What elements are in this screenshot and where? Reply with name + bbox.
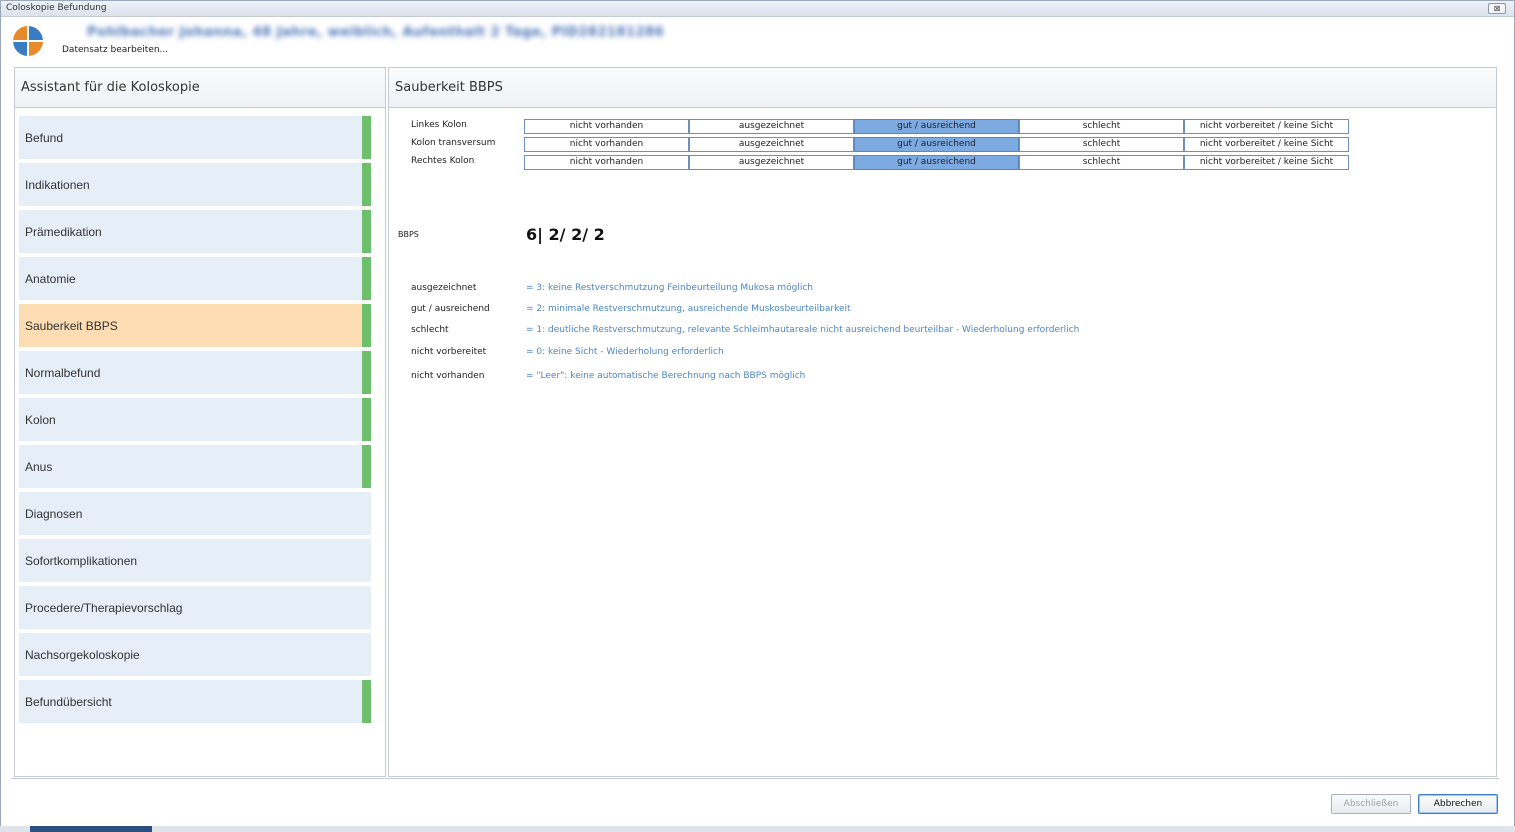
window-title: Coloskopie Befundung <box>6 3 107 13</box>
finish-button[interactable]: Abschließen <box>1331 794 1411 814</box>
wizard-step-label: Anus <box>25 460 53 474</box>
title-bar[interactable]: Coloskopie Befundung ⊠ <box>1 1 1514 17</box>
wizard-step-label: Diagnosen <box>25 507 83 521</box>
rating-option[interactable]: nicht vorhanden <box>524 155 689 170</box>
step-complete-indicator <box>362 351 371 394</box>
rating-option[interactable]: schlecht <box>1019 119 1184 134</box>
wizard-step[interactable]: Diagnosen <box>19 492 371 535</box>
legend-description: = 1: deutliche Restverschmutzung, releva… <box>526 325 1080 335</box>
wizard-step-label: Kolon <box>25 413 56 427</box>
detail-title: Sauberkeit BBPS <box>389 68 1496 108</box>
footer-divider <box>11 778 1499 779</box>
rating-option[interactable]: nicht vorhanden <box>524 119 689 134</box>
wizard-step-label: Befund <box>25 131 64 145</box>
app-window: Coloskopie Befundung ⊠ Pohlbacher Johann… <box>0 0 1515 832</box>
legend-description: = 3: keine Restverschmutzung Feinbeurtei… <box>526 283 813 293</box>
wizard-step[interactable]: Normalbefund <box>19 351 371 394</box>
wizard-step[interactable]: Befund <box>19 116 371 159</box>
bbps-score: 6| 2/ 2/ 2 <box>526 225 605 244</box>
rating-option[interactable]: gut / ausreichend <box>854 137 1019 152</box>
rating-option[interactable]: nicht vorbereitet / keine Sicht <box>1184 155 1349 170</box>
wizard-step-label: Befundübersicht <box>25 695 112 709</box>
rating-option[interactable]: gut / ausreichend <box>854 119 1019 134</box>
record-header: Pohlbacher Johanna, 48 Jahre, weiblich, … <box>1 18 1514 60</box>
step-complete-indicator <box>362 539 371 582</box>
segment-label: Kolon transversum <box>411 138 496 148</box>
wizard-step[interactable]: Prämedikation <box>19 210 371 253</box>
rating-option[interactable]: gut / ausreichend <box>854 155 1019 170</box>
rating-option[interactable]: nicht vorhanden <box>524 137 689 152</box>
legend-term: schlecht <box>411 325 449 335</box>
legend-description: = 0: keine Sicht - Wiederholung erforder… <box>526 347 724 357</box>
legend-term: nicht vorbereitet <box>411 347 487 357</box>
wizard-step[interactable]: Sauberkeit BBPS <box>19 304 371 347</box>
step-complete-indicator <box>362 633 371 676</box>
taskbar-item[interactable] <box>30 826 152 832</box>
segment-label: Linkes Kolon <box>411 120 467 130</box>
wizard-step-label: Nachsorgekoloskopie <box>25 648 140 662</box>
taskbar <box>0 826 1515 832</box>
wizard-step[interactable]: Nachsorgekoloskopie <box>19 633 371 676</box>
wizard-step[interactable]: Befundübersicht <box>19 680 371 723</box>
step-complete-indicator <box>362 680 371 723</box>
wizard-title: Assistant für die Koloskopie <box>15 68 385 108</box>
wizard-step-label: Normalbefund <box>25 366 101 380</box>
wizard-step-label: Indikationen <box>25 178 90 192</box>
wizard-step[interactable]: Sofortkomplikationen <box>19 539 371 582</box>
step-complete-indicator <box>362 445 371 488</box>
legend-term: nicht vorhanden <box>411 371 485 381</box>
step-complete-indicator <box>362 210 371 253</box>
wizard-step[interactable]: Anatomie <box>19 257 371 300</box>
legend-term: ausgezeichnet <box>411 283 477 293</box>
wizard-step[interactable]: Kolon <box>19 398 371 441</box>
wizard-step[interactable]: Procedere/Therapievorschlag <box>19 586 371 629</box>
step-complete-indicator <box>362 398 371 441</box>
rating-option[interactable]: nicht vorbereitet / keine Sicht <box>1184 119 1349 134</box>
rating-option[interactable]: nicht vorbereitet / keine Sicht <box>1184 137 1349 152</box>
detail-panel: Sauberkeit BBPS Linkes Kolon nicht vorhan… <box>388 67 1497 777</box>
rating-option[interactable]: ausgezeichnet <box>689 119 854 134</box>
step-complete-indicator <box>362 163 371 206</box>
wizard-step[interactable]: Indikationen <box>19 163 371 206</box>
wizard-step-label: Sofortkomplikationen <box>25 554 138 568</box>
wizard-step-label: Procedere/Therapievorschlag <box>25 601 183 615</box>
rating-option[interactable]: ausgezeichnet <box>689 137 854 152</box>
cancel-button[interactable]: Abbrechen <box>1418 794 1498 814</box>
patient-info: Pohlbacher Johanna, 48 Jahre, weiblich, … <box>87 25 665 40</box>
step-complete-indicator <box>362 492 371 535</box>
close-button[interactable]: ⊠ <box>1488 3 1506 14</box>
wizard-panel: Assistant für die Koloskopie Befund Indik… <box>14 67 386 777</box>
bbps-label: BBPS <box>398 230 419 239</box>
legend-description: = "Leer": keine automatische Berechnung … <box>526 371 806 381</box>
rating-option[interactable]: ausgezeichnet <box>689 155 854 170</box>
step-complete-indicator <box>362 116 371 159</box>
segment-label: Rechtes Kolon <box>411 156 475 166</box>
wizard-step-label: Sauberkeit BBPS <box>25 319 118 333</box>
legend-description: = 2: minimale Restverschmutzung, ausreic… <box>526 304 851 314</box>
step-complete-indicator <box>362 257 371 300</box>
app-logo-icon <box>13 26 43 56</box>
wizard-step[interactable]: Anus <box>19 445 371 488</box>
wizard-step-label: Prämedikation <box>25 225 102 239</box>
rating-option[interactable]: schlecht <box>1019 155 1184 170</box>
rating-option[interactable]: schlecht <box>1019 137 1184 152</box>
edit-status: Datensatz bearbeiten... <box>62 45 169 55</box>
wizard-step-label: Anatomie <box>25 272 76 286</box>
step-complete-indicator <box>362 304 371 347</box>
step-complete-indicator <box>362 586 371 629</box>
legend-term: gut / ausreichend <box>411 304 490 314</box>
